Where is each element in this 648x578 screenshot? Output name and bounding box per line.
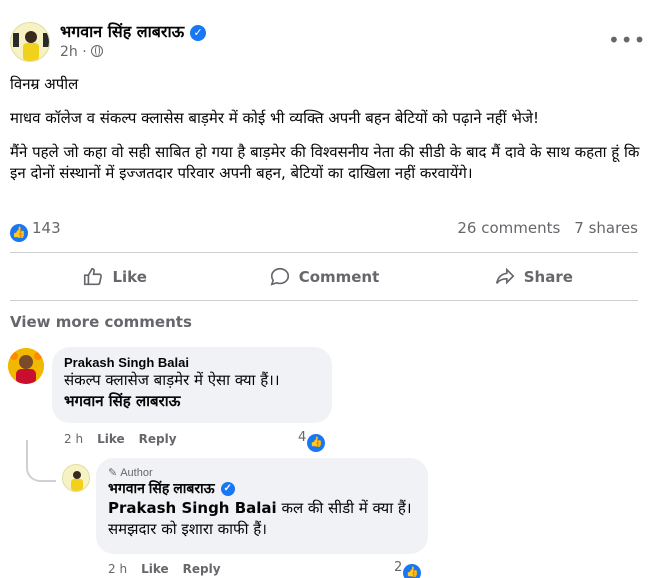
reply-reply-button[interactable]: Reply [183, 562, 221, 576]
divider [10, 252, 638, 253]
reply-like-button[interactable]: Like [141, 562, 169, 576]
author-avatar[interactable] [10, 22, 50, 62]
post-header: भगवान सिंह लाबराऊ ✓ 2h · ••• [10, 18, 645, 68]
comment-like-button[interactable]: Like [97, 432, 125, 446]
post-body: विनम्र अपील माधव कॉलेज व संकल्प क्लासेस … [10, 74, 640, 197]
post-paragraph: माधव कॉलेज व संकल्प क्लासेस बाड़मेर में … [10, 109, 540, 127]
comment-label: Comment [298, 268, 380, 286]
comment-time[interactable]: 2 h [64, 432, 83, 446]
comment-reactions[interactable]: 4 👍 [298, 430, 326, 452]
mention-link[interactable]: Prakash Singh Balai [108, 499, 277, 517]
post-time[interactable]: 2h · [60, 44, 87, 60]
mention-name[interactable]: भगवान सिंह लाबराऊ [64, 392, 180, 410]
author-tag-label: Author [120, 467, 153, 479]
comment-meta: 2 h Like Reply [64, 432, 191, 446]
reactions-summary: 👍 143 26 comments 7 shares [10, 219, 638, 243]
post-meta: 2h · [60, 44, 103, 60]
shares-count[interactable]: 7 shares [574, 219, 638, 237]
like-reaction-icon[interactable]: 👍 [10, 224, 28, 242]
like-reaction-icon: 👍 [307, 434, 326, 452]
reply-author-name[interactable]: भगवान सिंह लाबराऊ ✓ [108, 479, 416, 498]
share-icon [495, 267, 515, 285]
like-reaction-icon: 👍 [403, 564, 422, 578]
comment-button[interactable]: Comment [219, 259, 428, 295]
reply-reaction-count: 2 [394, 560, 403, 575]
thumbs-up-icon [84, 267, 103, 286]
reply-thread-line [26, 440, 56, 482]
more-options-button[interactable]: ••• [608, 30, 645, 54]
more-icon: ••• [608, 28, 647, 52]
reply-bubble: ✎ Author भगवान सिंह लाबराऊ ✓ Prakash Singh… [96, 458, 428, 554]
post-actions: Like Comment Share [10, 259, 638, 295]
comment-text: संकल्प क्लासेज बाड़मेर में ऐसा क्या हैं।… [64, 371, 280, 389]
reaction-count[interactable]: 143 [32, 219, 61, 237]
like-button[interactable]: Like [10, 259, 219, 295]
reply-author-name-text[interactable]: भगवान सिंह लाबराऊ [108, 480, 215, 496]
reply-reactions[interactable]: 2 👍 [394, 560, 422, 578]
reply-text-rest: कल की सीडी में क्या हैं। [276, 499, 412, 517]
verified-badge-icon: ✓ [220, 482, 235, 497]
globe-icon [90, 45, 103, 57]
reply-meta: 2 h Like Reply [108, 562, 235, 576]
author-tag: ✎ Author [108, 466, 416, 479]
reply-text-line2: समझदार को इशारा काफी हैं। [108, 520, 267, 538]
share-label: Share [523, 268, 573, 286]
comments-count[interactable]: 26 comments [457, 219, 560, 237]
comment-icon [270, 267, 289, 286]
commenter-avatar[interactable] [8, 348, 44, 384]
author-name[interactable]: भगवान सिंह लाबराऊ ✓ [60, 20, 207, 42]
mention-link[interactable]: भगवान सिंह लाबराऊ [64, 391, 320, 412]
post-paragraph: मैंने पहले जो कहा वो सही साबित हो गया है… [10, 143, 640, 182]
author-reply-avatar[interactable] [62, 464, 90, 492]
verified-badge-icon: ✓ [190, 24, 207, 41]
commenter-name[interactable]: Prakash Singh Balai [64, 355, 320, 370]
author-name-text[interactable]: भगवान सिंह लाबराऊ [60, 22, 184, 41]
comment-reply-button[interactable]: Reply [139, 432, 177, 446]
comment-bubble: Prakash Singh Balai संकल्प क्लासेज बाड़म… [52, 347, 332, 423]
post-paragraph: विनम्र अपील [10, 75, 79, 93]
like-label: Like [112, 268, 147, 286]
comment-reaction-count: 4 [298, 430, 307, 445]
pencil-icon: ✎ [108, 467, 118, 479]
view-more-comments-link[interactable]: View more comments [10, 313, 192, 331]
divider [10, 300, 638, 301]
reply-text: Prakash Singh Balai कल की सीडी में क्या … [108, 498, 416, 519]
engagement-counts: 26 comments 7 shares [443, 219, 638, 237]
share-button[interactable]: Share [429, 259, 638, 295]
reply-time[interactable]: 2 h [108, 562, 127, 576]
